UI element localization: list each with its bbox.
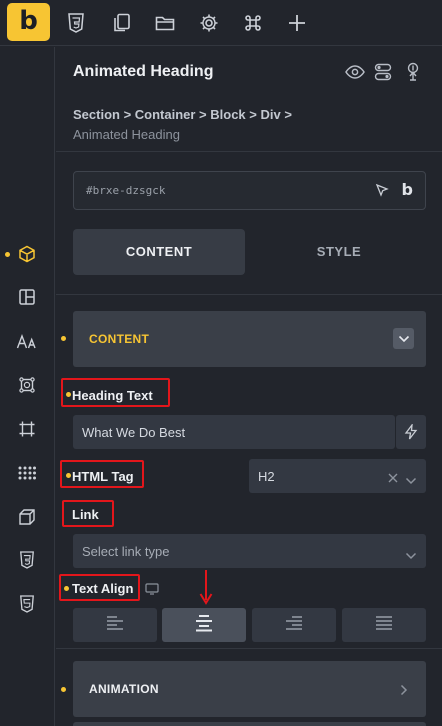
section-dot [61,336,66,341]
divider [56,151,442,152]
next-section-header [73,722,426,726]
html-tag-select[interactable]: H2 [249,459,426,493]
crop-icon[interactable] [14,416,40,442]
chevron-down-icon[interactable] [405,547,417,565]
copy-pages-icon[interactable] [108,9,136,37]
annotation-arrow-icon [199,569,213,610]
cube-icon[interactable] [14,504,40,530]
align-left-button[interactable] [73,608,157,642]
heading-text-input[interactable]: What We Do Best [73,415,395,449]
toggle-switches-icon[interactable] [372,61,394,83]
pin-hand-icon[interactable] [402,61,424,83]
tab-style[interactable]: STYLE [253,229,425,275]
top-toolbar: b [0,0,442,46]
breadcrumb-path[interactable]: Section > Container > Block > Div > [73,105,373,125]
html-tag-label: HTML Tag [72,469,134,484]
align-justify-button[interactable] [342,608,426,642]
gear-icon[interactable] [195,9,223,37]
lightning-bolt-icon [404,422,418,445]
command-icon[interactable] [239,9,267,37]
frame-icon[interactable] [14,372,40,398]
settings-panel: Animated Heading Section > Container > B… [56,47,442,726]
chevron-right-icon[interactable] [400,683,408,701]
breadcrumb-current: Animated Heading [73,127,180,142]
breadcrumb: Section > Container > Block > Div > Anim… [73,105,373,145]
section-title: CONTENT [89,332,150,346]
link-type-select[interactable]: Select link type [73,534,426,568]
animation-section-header[interactable]: ANIMATION [73,661,426,717]
clear-x-icon[interactable] [388,470,398,488]
active-indicator-dot [5,252,10,257]
layout-icon[interactable] [14,284,40,310]
heading-text-label: Heading Text [72,388,153,403]
section-dot [61,687,66,692]
field-dot [66,473,71,478]
eye-icon[interactable] [344,61,366,83]
dots-grid-icon[interactable] [14,460,40,486]
box-icon[interactable] [14,241,40,267]
bricks-logo-icon[interactable]: b [402,180,413,199]
chevron-down-icon[interactable] [393,328,414,349]
text-align-label: Text Align [72,581,134,596]
element-sidebar [0,47,55,726]
element-id-field[interactable]: #brxe-dzsgck b [73,171,426,210]
css3-icon[interactable] [62,9,90,37]
pointer-cursor-icon[interactable] [375,183,389,202]
html-tag-value: H2 [258,469,275,484]
builder-logo[interactable]: b [7,3,50,41]
typography-icon[interactable] [14,329,40,355]
align-center-icon [194,614,214,637]
content-section-header[interactable]: CONTENT [73,311,426,367]
field-dot [64,586,69,591]
panel-title: Animated Heading [73,63,214,80]
divider [56,294,442,295]
element-id-text: #brxe-dzsgck [86,184,166,197]
folder-icon[interactable] [151,9,179,37]
field-dot [66,392,71,397]
heading-text-value: What We Do Best [82,425,186,440]
align-center-button[interactable] [162,608,246,642]
section-title: ANIMATION [89,682,159,696]
link-label: Link [72,507,99,522]
link-type-placeholder: Select link type [82,544,170,559]
align-right-icon [285,615,303,636]
responsive-monitor-icon[interactable] [145,582,159,600]
align-justify-icon [375,615,393,636]
tab-content[interactable]: CONTENT [73,229,245,275]
chevron-down-icon[interactable] [405,472,417,490]
divider [56,648,442,649]
plus-icon[interactable] [283,9,311,37]
dynamic-data-button[interactable] [396,415,426,449]
align-right-button[interactable] [252,608,336,642]
align-left-icon [106,615,124,636]
html5-icon[interactable] [14,591,40,617]
css3-icon[interactable] [14,547,40,573]
